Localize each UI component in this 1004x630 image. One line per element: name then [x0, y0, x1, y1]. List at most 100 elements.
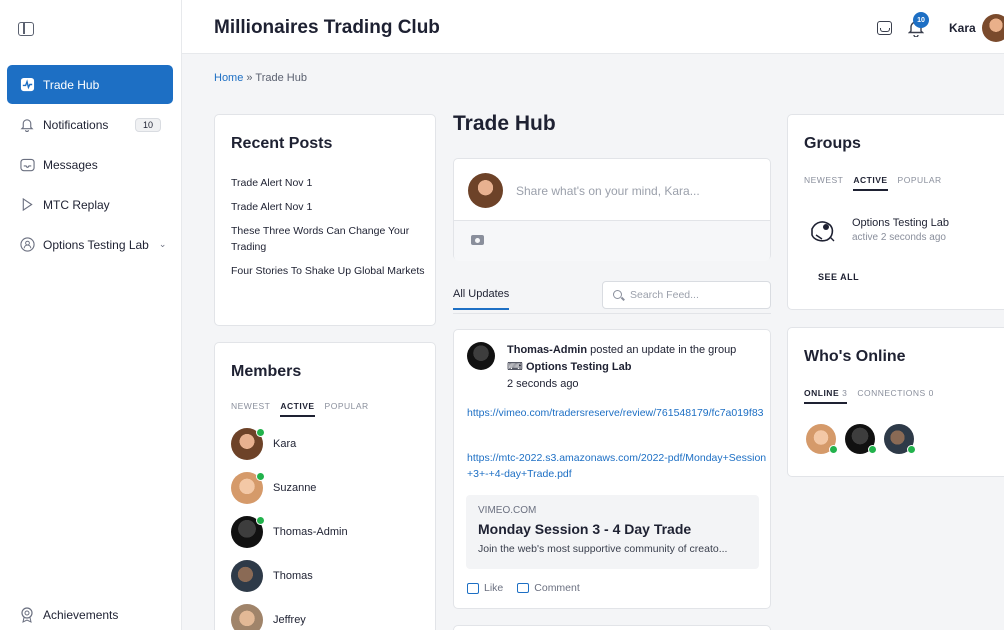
notification-count-badge: 10: [134, 117, 161, 132]
preview-source: VIMEO.COM: [478, 505, 537, 516]
see-all-link[interactable]: SEE ALL: [818, 272, 859, 282]
widget-title: Members: [231, 363, 302, 380]
sidebar-item-trade-hub[interactable]: Trade Hub: [7, 65, 173, 104]
sidebar-item-achievements[interactable]: Achievements: [7, 595, 173, 630]
tab-connections[interactable]: CONNECTIONS 0: [857, 388, 934, 404]
notification-count-badge: 10: [913, 12, 929, 28]
tab-count: 0: [928, 388, 934, 398]
breadcrumb-home-link[interactable]: Home: [214, 72, 243, 84]
sidebar-item-messages[interactable]: Messages: [7, 145, 173, 184]
post-actions: Like Comment: [467, 582, 580, 594]
post-composer[interactable]: Share what's on your mind, Kara...: [453, 158, 771, 261]
avatar[interactable]: [982, 14, 1004, 42]
link-preview[interactable]: VIMEO.COM Monday Session 3 - 4 Day Trade…: [466, 495, 759, 569]
sidebar-item-mtc-replay[interactable]: MTC Replay: [7, 185, 173, 224]
sidebar-item-label: MTC Replay: [43, 197, 110, 212]
avatar[interactable]: [845, 424, 877, 454]
avatar[interactable]: [231, 560, 263, 592]
sidebar: Trade Hub Notifications 10 Messages MTC …: [0, 0, 182, 630]
tab-active[interactable]: ACTIVE: [280, 401, 315, 417]
list-item[interactable]: These Three Words Can Change Your Tradin…: [231, 223, 425, 255]
widget-title: Groups: [804, 135, 861, 152]
tab-label: CONNECTIONS: [857, 388, 926, 398]
tab-active[interactable]: ACTIVE: [853, 175, 888, 191]
tab-newest[interactable]: NEWEST: [804, 175, 843, 191]
tab-label: ONLINE: [804, 388, 840, 398]
widget-title: Recent Posts: [231, 135, 333, 152]
sidebar-item-options-testing-lab[interactable]: Options Testing Lab ⌄: [7, 225, 173, 264]
comment-icon: [517, 583, 530, 593]
post-action-text: posted an update in the group: [590, 344, 737, 356]
like-button[interactable]: Like: [467, 582, 503, 594]
avatar[interactable]: [231, 428, 265, 460]
online-indicator: [868, 445, 877, 454]
award-icon: [19, 606, 35, 623]
sidebar-item-label: Notifications: [43, 117, 109, 132]
member-name[interactable]: Thomas-Admin: [273, 526, 348, 538]
preview-title[interactable]: Monday Session 3 - 4 Day Trade: [478, 521, 691, 537]
group-activity: active 2 seconds ago: [852, 232, 946, 243]
user-name[interactable]: Kara: [949, 21, 976, 35]
page-title: Trade Hub: [453, 112, 556, 135]
member-name[interactable]: Jeffrey: [273, 614, 306, 626]
groups-tabs: NEWEST ACTIVE POPULAR: [804, 175, 942, 191]
divider: [453, 313, 771, 314]
search-input[interactable]: [630, 287, 765, 303]
member-name[interactable]: Thomas: [273, 570, 313, 582]
post-author[interactable]: Thomas-Admin: [507, 344, 587, 356]
tab-count: 3: [842, 388, 848, 398]
search-icon: [613, 290, 622, 299]
post-group-link[interactable]: Options Testing Lab: [526, 361, 632, 373]
post-link[interactable]: https://mtc-2022.s3.amazonaws.com/2022-p…: [467, 450, 767, 482]
online-indicator: [256, 516, 265, 525]
list-item[interactable]: Trade Alert Nov 1: [231, 175, 425, 191]
member-name[interactable]: Kara: [273, 438, 296, 450]
avatar[interactable]: [231, 472, 265, 504]
list-item[interactable]: Suzanne: [231, 472, 316, 504]
site-title[interactable]: Millionaires Trading Club: [214, 17, 440, 39]
sidebar-item-notifications[interactable]: Notifications 10: [7, 105, 173, 144]
tab-popular[interactable]: POPULAR: [325, 401, 369, 417]
avatar[interactable]: [231, 604, 263, 630]
widget-title: Who's Online: [804, 348, 906, 365]
tab-online[interactable]: ONLINE 3: [804, 388, 848, 404]
list-item[interactable]: Kara: [231, 428, 296, 460]
tab-popular[interactable]: POPULAR: [898, 175, 942, 191]
chevron-down-icon[interactable]: ⌄: [159, 239, 167, 250]
comment-button[interactable]: Comment: [517, 582, 580, 594]
list-item[interactable]: Thomas-Admin: [231, 516, 348, 548]
composer-input-area[interactable]: Share what's on your mind, Kara...: [454, 159, 770, 221]
list-item[interactable]: Four Stories To Shake Up Global Markets: [231, 263, 425, 279]
sidebar-toggle-icon[interactable]: [18, 22, 34, 36]
tab-newest[interactable]: NEWEST: [231, 401, 270, 417]
avatar: [468, 173, 503, 208]
avatar[interactable]: [231, 516, 265, 548]
avatar[interactable]: [806, 424, 838, 454]
avatar[interactable]: [467, 342, 495, 370]
search-feed[interactable]: [602, 281, 771, 309]
post-link[interactable]: https://vimeo.com/tradersreserve/review/…: [467, 405, 767, 421]
composer-placeholder[interactable]: Share what's on your mind, Kara...: [516, 184, 700, 198]
inbox-icon[interactable]: [877, 21, 892, 35]
tab-all-updates[interactable]: All Updates: [453, 288, 510, 310]
sidebar-item-label: Messages: [43, 157, 98, 172]
group-icon: ⌨: [507, 361, 523, 373]
avatar[interactable]: [884, 424, 916, 454]
camera-icon[interactable]: [471, 235, 484, 245]
comment-label: Comment: [534, 582, 580, 594]
post-time[interactable]: 2 seconds ago: [507, 378, 579, 390]
list-item[interactable]: Jeffrey: [231, 604, 306, 630]
list-item[interactable]: Options Testing Lab active 2 seconds ago: [804, 211, 949, 249]
online-tabs: ONLINE 3 CONNECTIONS 0: [804, 388, 934, 404]
group-name[interactable]: Options Testing Lab: [852, 217, 949, 229]
member-name[interactable]: Suzanne: [273, 482, 316, 494]
like-label: Like: [484, 582, 504, 594]
sidebar-item-label: Achievements: [43, 607, 119, 622]
online-indicator: [256, 428, 265, 437]
list-item[interactable]: Thomas: [231, 560, 313, 592]
recent-posts-list: Trade Alert Nov 1 Trade Alert Nov 1 Thes…: [231, 175, 425, 287]
list-item[interactable]: Trade Alert Nov 1: [231, 199, 425, 215]
thumbs-up-icon: [467, 582, 479, 594]
bell-icon: [19, 117, 35, 133]
group-icon: [19, 237, 35, 253]
